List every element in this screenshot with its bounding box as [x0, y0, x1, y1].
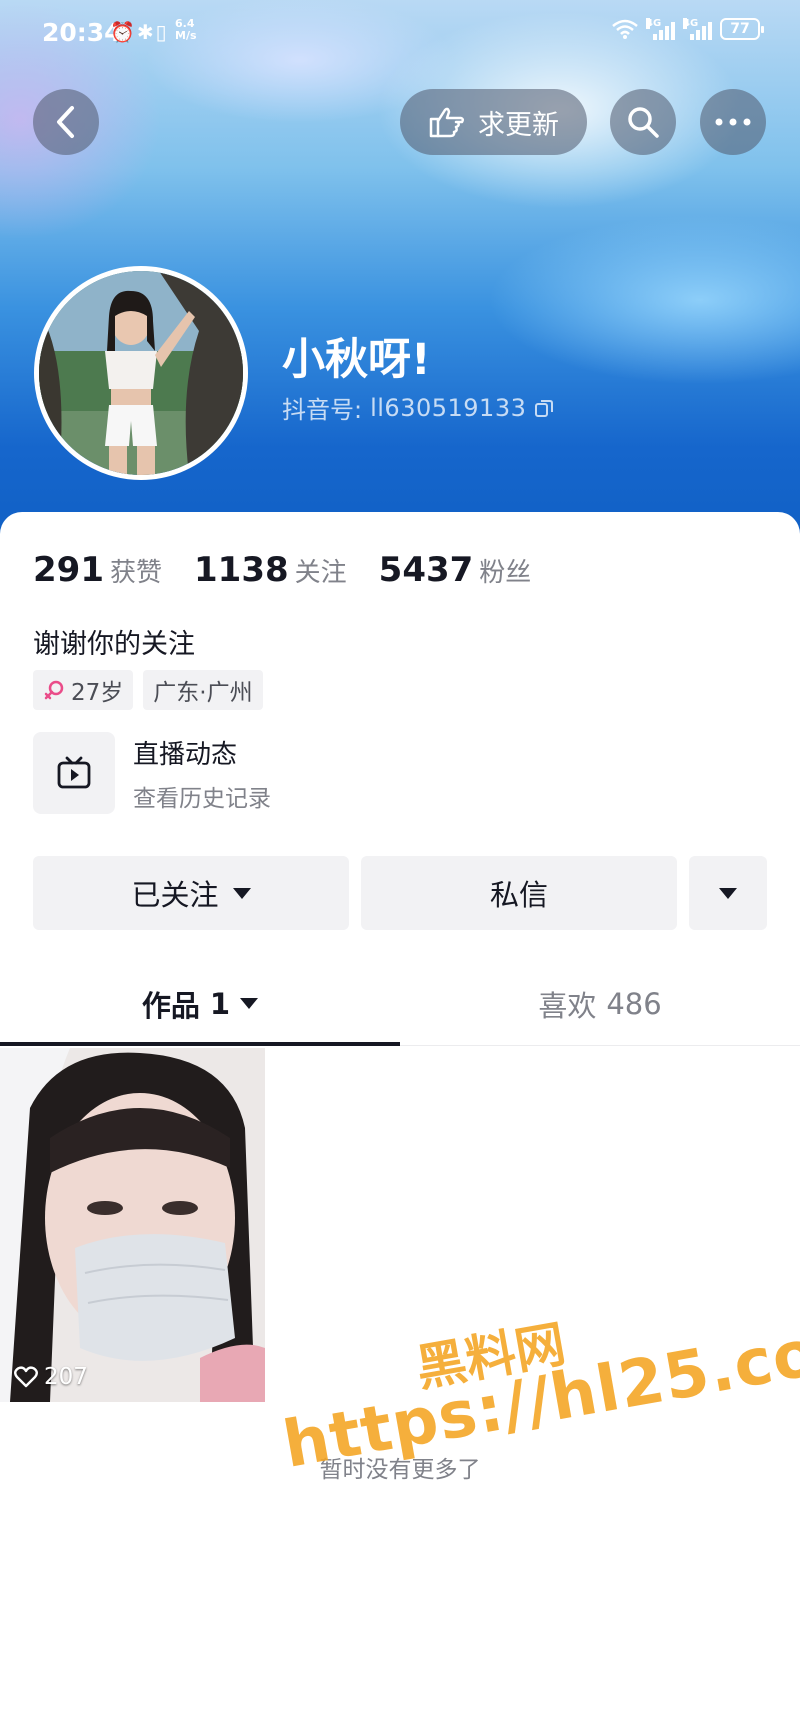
live-icon-box: [33, 732, 115, 814]
wifi-icon: [612, 19, 638, 39]
stat-followers-label: 粉丝: [479, 558, 532, 588]
live-text: 直播动态 查看历史记录: [133, 734, 271, 813]
profile-card: 291 获赞 1138 关注 5437 粉丝 谢谢你的关注 27岁 广东·广州: [0, 512, 800, 1725]
live-title: 直播动态: [133, 739, 238, 770]
stats-row: 291 获赞 1138 关注 5437 粉丝: [33, 550, 563, 590]
tab-works-label: 作品: [141, 988, 200, 1023]
followed-button[interactable]: 已关注: [33, 856, 349, 930]
stat-following-number: 1138: [194, 550, 289, 590]
douyin-id-row[interactable]: 抖音号: ll630519133: [282, 390, 554, 425]
video-like-count-value: 207: [44, 1364, 88, 1390]
tab-likes-count: 486: [606, 986, 662, 1021]
signal-2-icon: 4G: [683, 18, 712, 40]
signal-1-icon: 4G: [646, 18, 675, 40]
nickname: 小秋呀!: [282, 335, 431, 385]
stat-following-label: 关注: [294, 558, 347, 588]
video-like-count: 207: [14, 1364, 88, 1390]
followed-label: 已关注: [131, 878, 219, 912]
chevron-left-icon: [57, 106, 74, 138]
message-button[interactable]: 私信: [361, 856, 677, 930]
live-history-entry[interactable]: 直播动态 查看历史记录: [33, 732, 271, 814]
search-button[interactable]: [610, 89, 676, 155]
request-update-label: 求更新: [478, 109, 559, 141]
tab-likes[interactable]: 喜欢 486: [400, 962, 800, 1045]
battery-icon: 77: [720, 18, 764, 40]
stat-likes[interactable]: 291 获赞: [33, 550, 162, 590]
caret-down-icon: [232, 887, 251, 899]
caret-down-icon: [719, 887, 737, 899]
stat-followers-number: 5437: [378, 550, 474, 590]
pointing-hand-icon: [429, 107, 465, 138]
stat-followers[interactable]: 5437 粉丝: [379, 550, 532, 590]
douyin-id-label: 抖音号:: [282, 396, 363, 424]
age-tag-label: 27岁: [71, 680, 124, 706]
age-tag: 27岁: [33, 670, 134, 710]
video-thumbnail: [0, 1048, 265, 1402]
copy-icon[interactable]: [534, 398, 554, 418]
female-gender-icon: [44, 680, 64, 700]
location-tag: 广东·广州: [143, 670, 263, 710]
more-button[interactable]: [700, 89, 766, 155]
tab-works[interactable]: 作品 1: [0, 962, 400, 1046]
alarm-bluetooth-icons: ⏰✱▯: [110, 20, 169, 44]
more-actions-dropdown[interactable]: [689, 856, 767, 930]
tab-likes-label: 喜欢: [538, 988, 597, 1023]
search-icon: [628, 107, 659, 138]
net-speed: 6.4 M/s: [175, 17, 197, 42]
stat-likes-label: 获赞: [109, 558, 162, 588]
request-update-button[interactable]: 求更新: [400, 89, 587, 155]
message-label: 私信: [489, 878, 548, 912]
stat-following[interactable]: 1138 关注: [194, 550, 347, 590]
bio: 谢谢你的关注: [33, 629, 195, 660]
caret-down-icon: [240, 998, 259, 1009]
heart-icon: [14, 1366, 38, 1388]
profile-tags: 27岁 广东·广州: [33, 670, 263, 710]
location-tag-label: 广东·广州: [153, 680, 253, 706]
status-bar: 20:34 ⏰✱▯ 6.4 M/s 4G 4G 77: [0, 0, 800, 64]
live-subtitle: 查看历史记录: [133, 785, 271, 812]
stat-likes-number: 291: [33, 550, 104, 590]
tab-works-count: 1: [209, 986, 231, 1021]
content-tabs: 作品 1 喜欢 486: [0, 962, 800, 1046]
avatar-photo: [39, 271, 243, 475]
more-dots-icon: [715, 118, 751, 126]
back-button[interactable]: [33, 89, 99, 155]
avatar[interactable]: [34, 266, 248, 480]
status-right-icons: 4G 4G 77: [612, 18, 764, 40]
tv-play-icon: [57, 756, 91, 789]
douyin-id-value: ll630519133: [370, 393, 527, 422]
action-buttons: 已关注 私信: [33, 856, 767, 930]
video-tile[interactable]: 207: [0, 1048, 265, 1402]
